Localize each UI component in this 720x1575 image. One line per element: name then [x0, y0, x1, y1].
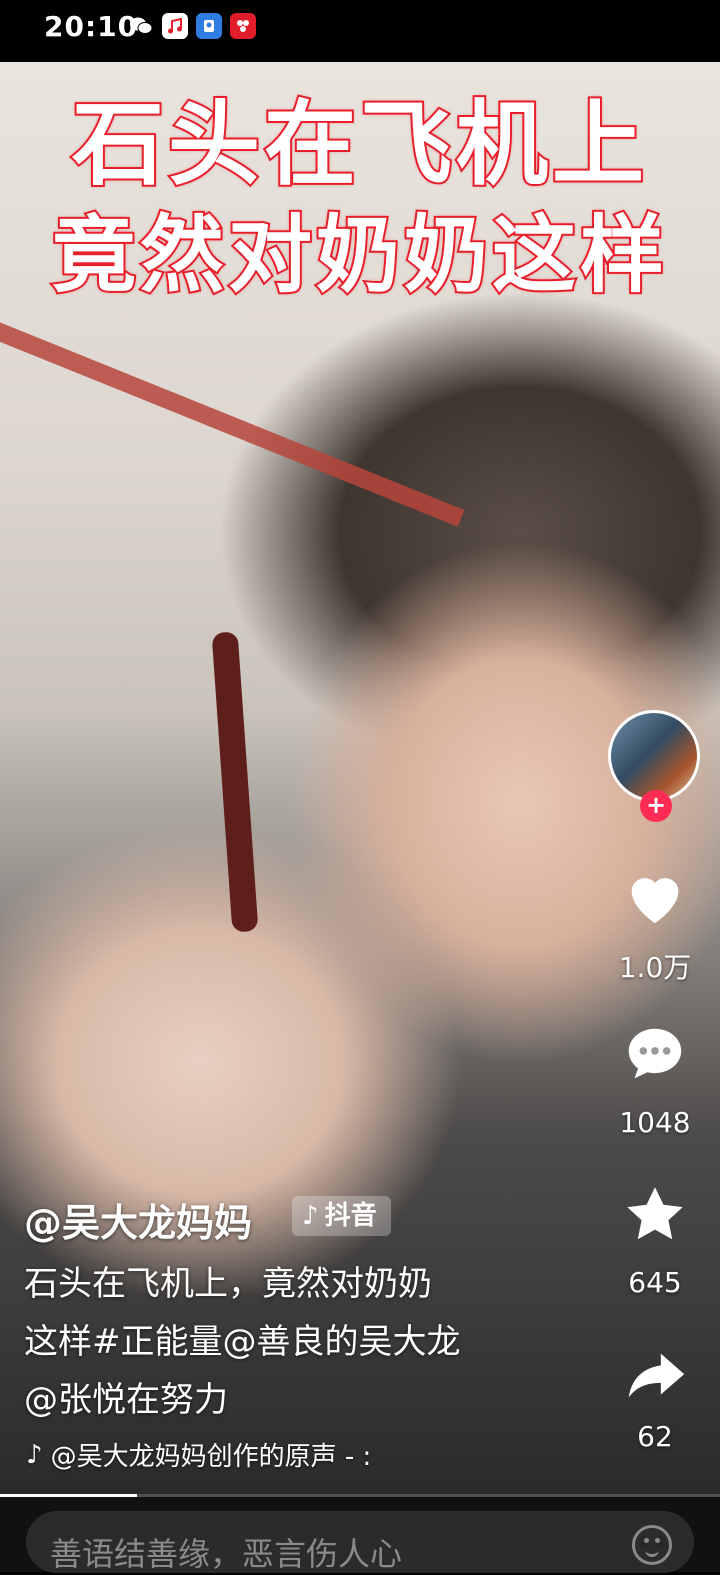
platform-badge[interactable]: ♪ 抖音: [292, 1196, 391, 1236]
comment-button[interactable]: [620, 1020, 690, 1090]
cabin-strap: [211, 631, 259, 933]
follow-button[interactable]: +: [640, 790, 672, 822]
platform-badge-label: 抖音: [324, 1201, 377, 1231]
like-button[interactable]: [620, 862, 690, 932]
favorite-count: 645: [628, 1266, 682, 1299]
status-bar: 20:10: [0, 0, 720, 62]
music-info[interactable]: ♪ @吴大龙妈妈创作的原声 - :: [26, 1436, 371, 1473]
comment-count: 1048: [619, 1106, 691, 1139]
share-button[interactable]: [620, 1342, 690, 1412]
music-note-icon: ♪: [26, 1439, 43, 1470]
share-arrow-icon: [628, 1353, 685, 1398]
caption-line-1: 石头在飞机上，竟然对奶奶: [24, 1264, 432, 1304]
favorite-button[interactable]: [620, 1180, 690, 1250]
video-headline-line1: 石头在飞机上: [70, 89, 648, 200]
cabin-overhead-strip: [0, 315, 465, 527]
author-avatar[interactable]: [608, 710, 700, 802]
heart-icon: [631, 878, 679, 924]
blue-app-icon: [196, 13, 222, 39]
comment-placeholder: 善语结善缘，恶言伤人心: [50, 1535, 403, 1573]
wechat-icon: [128, 13, 154, 39]
caption-line-3[interactable]: @张悦在努力: [24, 1372, 228, 1421]
video-headline-line2: 竟然对奶奶这样: [50, 204, 668, 306]
music-app-icon: [162, 13, 188, 39]
caption-line-2[interactable]: 这样#正能量@善良的吴大龙: [24, 1314, 461, 1363]
douyin-note-icon: ♪: [302, 1201, 319, 1231]
status-time: 20:10: [44, 10, 139, 43]
comment-bar: 善语结善缘，恶言伤人心: [0, 1497, 720, 1573]
star-icon: [627, 1187, 683, 1240]
music-title: @吴大龙妈妈创作的原声 - :: [50, 1442, 372, 1472]
share-count: 62: [637, 1420, 673, 1453]
like-count: 1.0万: [618, 951, 692, 984]
comment-bubble-icon: [628, 1028, 682, 1079]
emoji-icon[interactable]: [632, 1525, 672, 1565]
comment-input[interactable]: 善语结善缘，恶言伤人心: [26, 1511, 694, 1573]
author-name[interactable]: @吴大龙妈妈: [24, 1192, 252, 1247]
red-app-icon: [230, 13, 256, 39]
